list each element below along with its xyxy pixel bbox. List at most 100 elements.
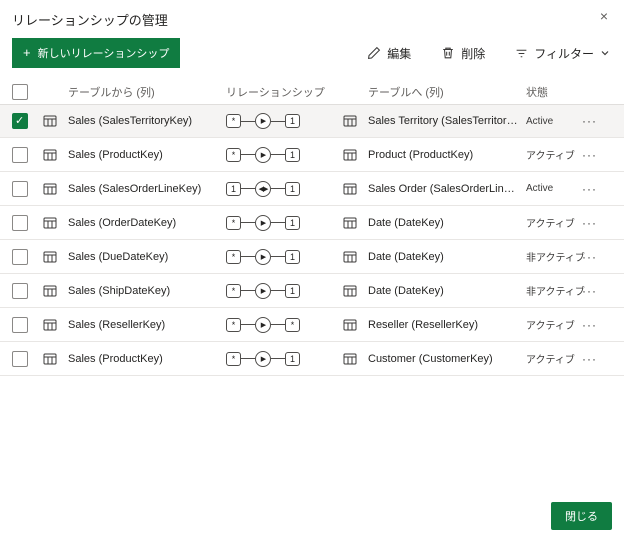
status-label: Active [526,183,554,194]
new-relationship-button[interactable]: + 新しいリレーションシップ [12,38,181,68]
relationship-line [241,290,255,291]
from-table-cell: Sales (ProductKey) [68,148,163,161]
relationship-row[interactable]: Sales (DueDateKey) * ▶ 1 Date (DateKey) … [0,240,624,274]
from-table-cell: Sales (ProductKey) [68,352,163,365]
relationship-row[interactable]: Sales (SalesOrderLineKey) 1 ◀▶ 1 Sales O… [0,172,624,206]
table-icon [342,283,368,299]
relationship-diagram: 1 ◀▶ 1 [226,180,342,197]
status-label: 非アクティブ [526,253,585,264]
relationship-row[interactable]: Sales (SalesTerritoryKey) * ▶ 1 Sales Te… [0,104,624,138]
status-label: アクティブ [526,151,575,162]
relationship-line [271,324,285,325]
table-icon [342,249,368,265]
to-table-cell: Customer (CustomerKey) [368,352,493,365]
row-checkbox[interactable] [12,248,28,265]
status-label: アクティブ [526,219,575,230]
header-to-table: テーブルへ (列) [368,87,444,99]
relationship-diagram: * ▶ 1 [226,350,342,367]
relationship-arrow-icon: ▶ [255,316,271,333]
action-bar: + 新しいリレーションシップ 編集 削除 フィルター [12,38,610,68]
relationship-diagram: * ▶ 1 [226,113,342,129]
left-cardinality: * [226,351,241,366]
table-icon [342,113,368,129]
chevron-down-icon [600,48,610,58]
filter-button[interactable]: フィルター [515,45,610,62]
more-options-button[interactable]: ··· [582,284,612,298]
to-table-cell: Product (ProductKey) [368,148,474,161]
relationship-row[interactable]: Sales (ShipDateKey) * ▶ 1 Date (DateKey)… [0,274,624,308]
close-dialog-icon[interactable]: × [594,6,614,26]
delete-label: 削除 [461,46,486,61]
relationship-line [241,120,255,122]
relationship-line [271,256,285,257]
relationship-line [241,222,255,223]
relationship-line [241,358,255,359]
more-options-button[interactable]: ··· [582,182,612,196]
relationship-diagram: * ▶ 1 [226,248,342,265]
close-button[interactable]: 閉じる [551,502,612,530]
table-icon [42,317,68,333]
row-checkbox[interactable] [12,214,28,231]
row-checkbox[interactable] [12,282,28,299]
to-table-cell: Date (DateKey) [368,284,444,297]
table-icon [42,215,68,231]
header-from-table: テーブルから (列) [68,87,155,99]
table-icon [42,249,68,265]
relationship-arrow-icon: ◀▶ [255,180,271,197]
table-icon [342,181,368,197]
to-table-cell: Sales Order (SalesOrderLineKey) [368,182,526,195]
edit-button[interactable]: 編集 [367,45,411,62]
row-checkbox[interactable] [12,350,28,367]
status-label: Active [526,115,554,127]
relationship-row[interactable]: Sales (ProductKey) * ▶ 1 Customer (Custo… [0,342,624,376]
status-label: アクティブ [526,321,575,332]
relationship-arrow-icon: ▶ [255,146,271,163]
to-table-cell: Date (DateKey) [368,250,444,263]
left-cardinality: * [226,114,241,128]
relationship-row[interactable]: Sales (ProductKey) * ▶ 1 Product (Produc… [0,138,624,172]
left-cardinality: 1 [226,181,241,196]
left-cardinality: * [226,147,241,162]
row-checkbox[interactable] [12,146,28,163]
table-icon [42,181,68,197]
table-icon [342,351,368,367]
row-checkbox[interactable] [12,316,28,333]
relationship-arrow-icon: ▶ [255,282,271,299]
relationship-row[interactable]: Sales (ResellerKey) * ▶ * Reseller (Rese… [0,308,624,342]
from-table-cell: Sales (OrderDateKey) [68,216,177,229]
relationship-arrow-icon: ▶ [255,248,271,265]
more-options-button[interactable]: ··· [582,352,612,366]
table-icon [342,317,368,333]
relationship-line [241,154,255,155]
relationship-line [241,256,255,257]
relationship-row[interactable]: Sales (OrderDateKey) * ▶ 1 Date (DateKey… [0,206,624,240]
relationship-list: Sales (SalesTerritoryKey) * ▶ 1 Sales Te… [0,104,624,376]
relationship-diagram: * ▶ * [226,316,342,333]
right-cardinality: 1 [285,215,300,230]
pencil-icon [367,46,381,60]
more-options-button[interactable]: ··· [582,250,612,264]
table-icon [42,113,68,129]
row-checkbox[interactable] [12,180,28,197]
more-options-button[interactable]: ··· [582,318,612,332]
from-table-cell: Sales (SalesOrderLineKey) [68,182,202,195]
row-checkbox[interactable] [12,113,28,129]
filter-icon [515,47,528,60]
right-cardinality: 1 [285,283,300,298]
more-options-button[interactable]: ··· [582,216,612,230]
new-relationship-label: 新しいリレーションシップ [37,48,170,60]
edit-label: 編集 [387,46,412,61]
from-table-cell: Sales (ShipDateKey) [68,284,171,297]
delete-button[interactable]: 削除 [441,45,485,62]
more-options-button[interactable]: ··· [582,148,612,162]
relationship-diagram: * ▶ 1 [226,146,342,163]
select-all-checkbox[interactable] [12,84,28,100]
relationship-line [271,188,285,189]
to-table-cell: Date (DateKey) [368,216,444,229]
relationship-line [241,188,255,189]
relationship-line [271,222,285,223]
relationship-arrow-icon: ▶ [255,113,271,129]
right-cardinality: * [285,317,300,332]
relationship-line [271,290,285,291]
more-options-button[interactable]: ··· [582,114,612,128]
